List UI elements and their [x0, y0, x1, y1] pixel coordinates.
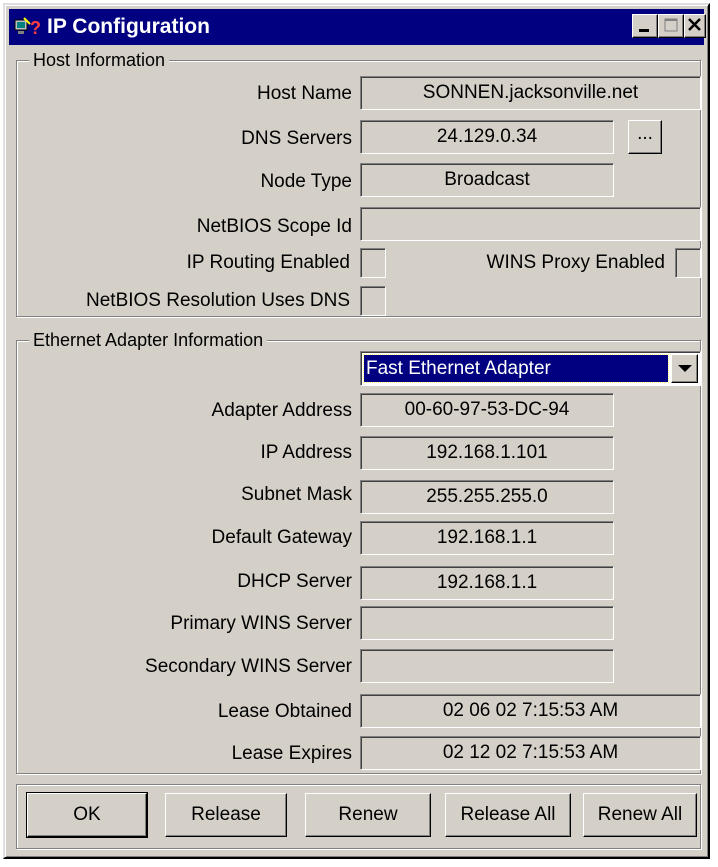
netbios-dns-label: NetBIOS Resolution Uses DNS	[86, 290, 350, 311]
adapter-address-label: Adapter Address	[211, 400, 352, 421]
wins-proxy-checkbox	[675, 248, 701, 278]
host-name-label: Host Name	[256, 83, 352, 104]
ip-routing-label: IP Routing Enabled	[186, 252, 350, 273]
subnet-mask-field: 255.255.255.0	[360, 480, 614, 514]
adapter-dropdown-button[interactable]	[671, 354, 698, 383]
dns-servers-field: 24.129.0.34	[360, 120, 614, 154]
close-icon	[688, 18, 701, 31]
default-gateway-label: Default Gateway	[211, 527, 352, 548]
wins-proxy-label: WINS Proxy Enabled	[486, 252, 665, 273]
default-gateway-field: 192.168.1.1	[360, 521, 614, 555]
ip-address-field: 192.168.1.101	[360, 436, 614, 470]
ip-routing-checkbox	[360, 248, 386, 278]
lease-expires-field: 02 12 02 7:15:53 AM	[360, 736, 701, 770]
release-all-button[interactable]: Release All	[445, 793, 571, 837]
maximize-icon	[664, 18, 678, 32]
primary-wins-field	[360, 606, 614, 640]
lease-obtained-field: 02 06 02 7:15:53 AM	[360, 694, 701, 728]
renew-button[interactable]: Renew	[305, 793, 431, 837]
lease-obtained-label: Lease Obtained	[217, 701, 352, 722]
secondary-wins-label: Secondary WINS Server	[145, 656, 352, 677]
release-button[interactable]: Release	[165, 793, 287, 837]
svg-text:?: ?	[30, 18, 40, 38]
network-config-icon: ?	[14, 14, 41, 40]
minimize-icon	[639, 29, 649, 32]
host-information-legend: Host Information	[29, 50, 170, 70]
title-bar[interactable]: ? IP Configuration	[9, 9, 706, 45]
subnet-mask-label: Subnet Mask	[241, 484, 352, 505]
netbios-scope-field	[360, 207, 701, 241]
adapter-information-legend: Ethernet Adapter Information	[29, 330, 268, 350]
ip-address-label: IP Address	[260, 442, 352, 463]
chevron-down-icon	[678, 365, 692, 372]
node-type-label: Node Type	[260, 171, 352, 192]
ok-button[interactable]: OK	[26, 792, 148, 838]
netbios-scope-label: NetBIOS Scope Id	[196, 216, 352, 237]
dhcp-server-field: 192.168.1.1	[360, 566, 614, 600]
primary-wins-label: Primary WINS Server	[170, 613, 352, 634]
adapter-select[interactable]: Fast Ethernet Adapter	[360, 351, 701, 386]
adapter-address-field: 00-60-97-53-DC-94	[360, 393, 614, 427]
host-name-field: SONNEN.jacksonville.net	[360, 76, 701, 110]
lease-expires-label: Lease Expires	[231, 743, 352, 764]
secondary-wins-field	[360, 649, 614, 683]
dns-servers-more-button[interactable]: ...	[628, 120, 662, 154]
window-title: IP Configuration	[47, 15, 210, 38]
maximize-button[interactable]	[658, 14, 684, 38]
close-button[interactable]	[684, 14, 706, 38]
dns-servers-label: DNS Servers	[241, 128, 352, 149]
renew-all-button[interactable]: Renew All	[583, 793, 697, 837]
ip-configuration-window: ? IP Configuration Host Information Host…	[3, 3, 710, 859]
minimize-button[interactable]	[632, 14, 658, 38]
adapter-select-value: Fast Ethernet Adapter	[363, 354, 669, 383]
dhcp-server-label: DHCP Server	[237, 571, 352, 592]
netbios-dns-checkbox	[360, 286, 386, 316]
node-type-field: Broadcast	[360, 163, 614, 197]
